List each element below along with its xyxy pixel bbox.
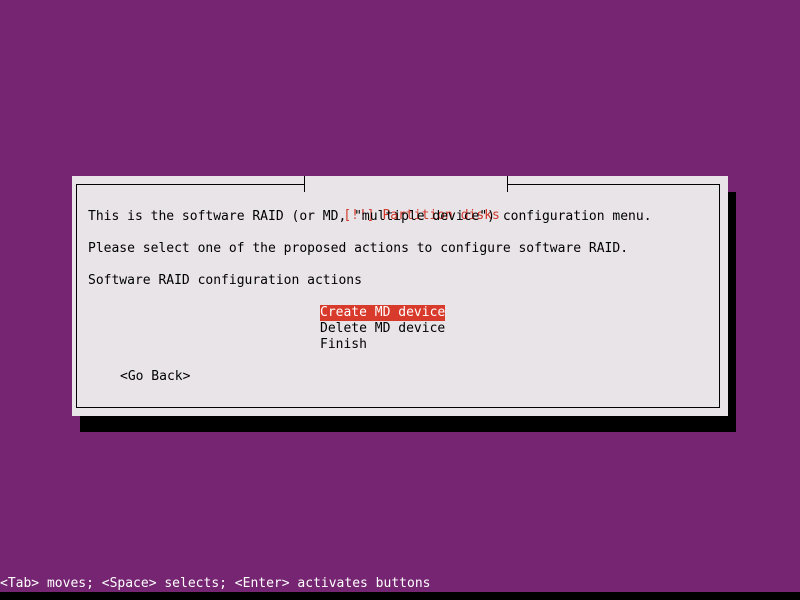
bottom-bar: [0, 592, 800, 600]
instruction-text: Please select one of the proposed action…: [88, 241, 629, 256]
dialog-title: [!!] Partition disks: [299, 176, 513, 223]
status-bar-help: <Tab> moves; <Space> selects; <Enter> ac…: [0, 576, 431, 591]
raid-actions-menu: Create MD device Delete MD device Finish: [320, 305, 446, 353]
title-border-right: [506, 176, 513, 192]
partition-disks-dialog: [!!] Partition disks This is the softwar…: [72, 176, 728, 416]
menu-item-finish[interactable]: Finish: [320, 337, 445, 353]
menu-item-delete-md-device[interactable]: Delete MD device: [320, 321, 445, 337]
menu-item-create-md-device[interactable]: Create MD device: [320, 305, 446, 321]
intro-text: This is the software RAID (or MD, "multi…: [88, 209, 652, 224]
go-back-button[interactable]: <Go Back>: [120, 369, 190, 385]
actions-list-label: Software RAID configuration actions: [88, 273, 362, 288]
title-border-left: [299, 176, 305, 192]
